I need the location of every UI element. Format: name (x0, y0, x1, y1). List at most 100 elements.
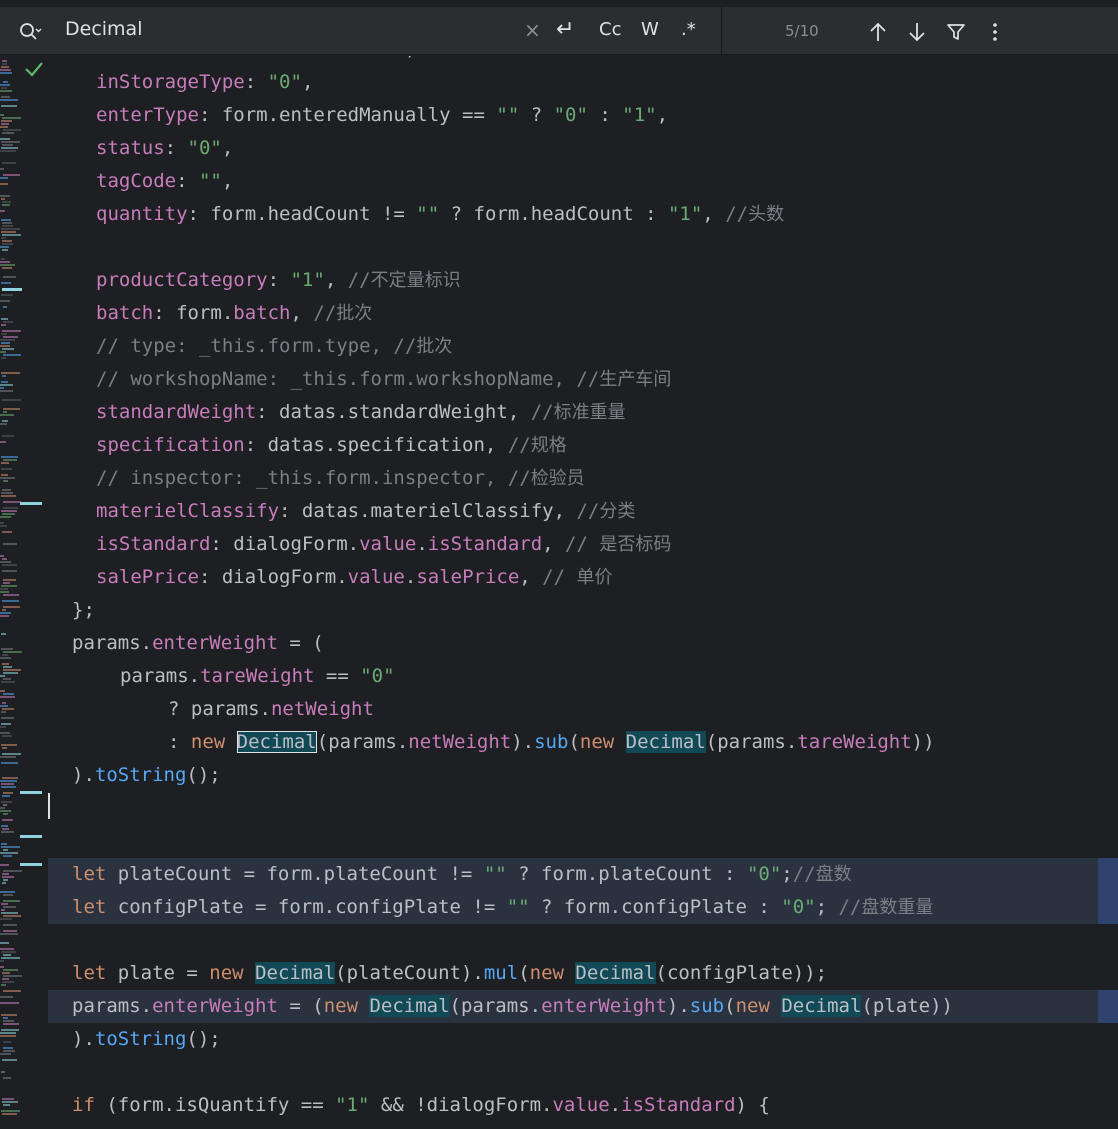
comment: // type: _this.form.type, // (96, 335, 417, 357)
comment: 头数 (748, 204, 785, 225)
code-text: = ( (277, 632, 324, 654)
string: "" (496, 104, 520, 126)
minimap-mark (3, 1047, 13, 1049)
code-line: standardWeight: datas.standardWeight, //… (48, 396, 1118, 429)
minimap-mark (3, 543, 17, 545)
code-text: , (324, 269, 348, 291)
property: value (347, 566, 405, 588)
minimap-mark (3, 129, 21, 131)
keyword: new (190, 731, 226, 753)
minimap-mark (1, 381, 8, 383)
search-match[interactable]: Decimal (781, 995, 862, 1017)
code-line: statusCode: formMatchInCode, (48, 56, 1118, 66)
regex-icon[interactable]: .* (681, 19, 696, 40)
string: "" (198, 170, 222, 192)
selection-marker (1098, 990, 1118, 1023)
minimap-mark (1, 105, 17, 107)
minimap-mark (2, 435, 14, 437)
minimap-mark (0, 918, 12, 920)
minimap-mark (0, 246, 9, 248)
minimap-mark (1, 957, 20, 959)
code-text: ? form.configPlate : (529, 896, 782, 918)
minimap-mark (2, 531, 12, 533)
words-icon[interactable]: W (641, 19, 659, 40)
code-editor[interactable]: statusCode: formMatchInCode, inStorageTy… (48, 56, 1118, 1129)
more-icon[interactable] (982, 19, 1008, 45)
code-line: isStandard: dialogForm.value.isStandard,… (48, 528, 1118, 561)
minimap-mark (0, 150, 16, 152)
filter-icon[interactable] (943, 19, 969, 45)
minimap-mark (1, 474, 8, 476)
minimap-mark (1, 333, 7, 335)
clear-icon[interactable]: × (524, 18, 541, 42)
minimap-mark (2, 735, 12, 737)
minimap-mark (2, 348, 14, 350)
minimap-mark (0, 516, 11, 518)
keyword: new (323, 995, 359, 1017)
code-text: . (609, 1094, 622, 1116)
minimap-mark (0, 1035, 16, 1037)
minimap-mark (3, 924, 17, 926)
property: specification (96, 434, 245, 456)
code-text: ). (666, 995, 690, 1017)
minimap-mark (0, 1032, 16, 1034)
minimap-mark (3, 900, 20, 902)
minimap-mark (2, 708, 14, 710)
minimap-mark (0, 264, 15, 266)
minimap-mark (2, 819, 13, 821)
match-case-icon[interactable]: Cc (599, 19, 621, 40)
code-line: materielClassify: datas.materielClassify… (48, 495, 1118, 528)
search-match[interactable]: Decimal (575, 962, 656, 984)
selection-marker (1098, 858, 1118, 891)
minimap-mark (0, 210, 5, 212)
minimap-mark (1, 96, 10, 98)
minimap-mark (0, 657, 11, 659)
minimap-mark (3, 507, 18, 509)
comment: 不定量标识 (370, 270, 461, 291)
minimap-mark (1, 825, 8, 827)
search-match-current[interactable]: Decimal (236, 731, 317, 753)
minimap-mark (1, 762, 18, 764)
minimap-mark (3, 1050, 15, 1052)
minimap-mark (1, 903, 8, 905)
code-line: params.tareWeight == "0" (48, 660, 1118, 693)
code-line: params.enterWeight = ( (48, 627, 1118, 660)
arrow-down-icon[interactable] (904, 19, 930, 45)
minimap-mark (0, 675, 5, 677)
minimap-mark (2, 204, 10, 206)
minimap-match-mark (20, 835, 42, 838)
comment: // (507, 434, 531, 456)
string: "1" (335, 1094, 370, 1116)
function: mul (483, 962, 519, 984)
minimap-mark (3, 81, 8, 83)
code-text: params. (72, 995, 153, 1017)
search-match[interactable]: Decimal (369, 995, 450, 1017)
search-icon[interactable] (17, 19, 43, 45)
code-text: : dialogForm. (198, 566, 348, 588)
minimap-mark (0, 387, 4, 389)
property: enterWeight (541, 995, 667, 1017)
minimap-mark (2, 240, 12, 242)
minimap-mark (1, 633, 6, 635)
code-line: inStorageType: "0", (48, 66, 1118, 99)
minimap-mark (2, 882, 6, 884)
search-match[interactable]: Decimal (255, 962, 336, 984)
minimap-mark (1, 228, 20, 230)
minimap-mark (2, 795, 10, 797)
minimap-mark (3, 1041, 11, 1043)
newline-icon[interactable]: ↵ (556, 17, 574, 42)
minimap-mark (2, 663, 9, 665)
arrow-up-icon[interactable] (865, 19, 891, 45)
search-input[interactable]: Decimal (65, 18, 142, 40)
minimap-mark (2, 1098, 14, 1100)
search-match[interactable]: Decimal (625, 731, 706, 753)
comment: 盘数重量 (861, 897, 934, 918)
comment: 检验员 (530, 468, 585, 489)
comment: // (347, 269, 371, 291)
property: isStandard (96, 533, 211, 555)
minimap-mark (1, 87, 7, 89)
code-text: , (656, 104, 669, 126)
minimap-mark (3, 879, 8, 881)
gutter-minimap[interactable] (0, 56, 48, 1129)
check-icon (25, 62, 43, 77)
